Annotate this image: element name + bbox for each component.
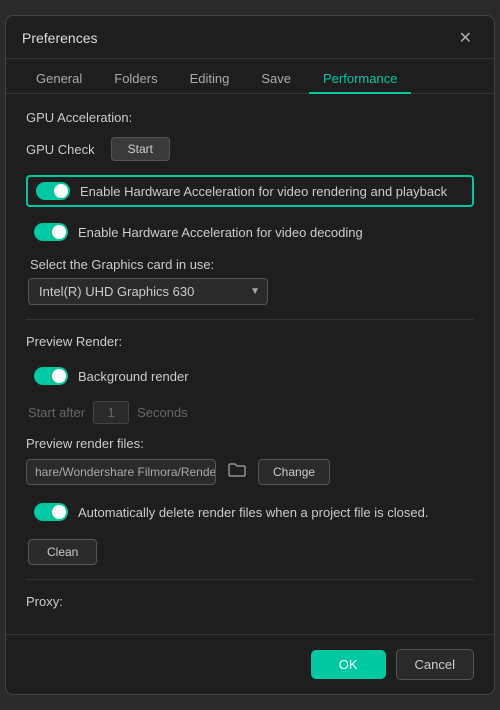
preview-render-section: Preview Render: Background render Start … [26,334,474,565]
content-area: GPU Acceleration: GPU Check Start Enable… [6,94,494,637]
graphics-card-select[interactable]: Intel(R) UHD Graphics 630 [28,278,268,305]
graphics-select-wrapper: Intel(R) UHD Graphics 630 ▼ [28,278,268,305]
change-button[interactable]: Change [258,459,330,485]
gpu-check-label: GPU Check [26,142,95,157]
folder-icon-button[interactable] [224,460,250,485]
proxy-label: Proxy: [26,594,474,609]
gpu-check-row: GPU Check Start [26,137,474,161]
tab-folders[interactable]: Folders [100,65,171,94]
hardware-accel-decode-label: Enable Hardware Acceleration for video d… [78,225,363,240]
seconds-label: Seconds [137,405,188,420]
dialog-footer: OK Cancel [6,634,494,694]
dialog-title: Preferences [22,30,97,46]
section-divider-2 [26,579,474,580]
tab-save[interactable]: Save [247,65,305,94]
tab-performance[interactable]: Performance [309,65,411,94]
tabs-bar: General Folders Editing Save Performance [6,59,494,94]
select-graphics-label: Select the Graphics card in use: [28,257,474,272]
tab-general[interactable]: General [22,65,96,94]
hardware-accel-render-label: Enable Hardware Acceleration for video r… [80,184,447,199]
tab-editing[interactable]: Editing [176,65,244,94]
cancel-button[interactable]: Cancel [396,649,474,680]
hardware-accel-render-row: Enable Hardware Acceleration for video r… [26,175,474,207]
gpu-start-button[interactable]: Start [111,137,170,161]
close-button[interactable]: ✕ [453,26,478,50]
auto-delete-toggle[interactable] [34,503,68,521]
graphics-card-section: Select the Graphics card in use: Intel(R… [26,257,474,305]
ok-button[interactable]: OK [311,650,386,679]
gpu-acceleration-label: GPU Acceleration: [26,110,474,125]
background-render-row: Background render [26,361,474,391]
title-bar: Preferences ✕ [6,16,494,59]
preferences-dialog: Preferences ✕ General Folders Editing Sa… [5,15,495,695]
preview-render-label: Preview Render: [26,334,474,349]
render-files-label: Preview render files: [26,436,474,451]
auto-delete-label: Automatically delete render files when a… [78,505,428,520]
hardware-accel-render-toggle[interactable] [36,182,70,200]
background-render-label: Background render [78,369,189,384]
start-after-label: Start after [28,405,85,420]
clean-button[interactable]: Clean [28,539,97,565]
render-path-display: hare/Wondershare Filmora/Render [26,459,216,485]
auto-delete-row: Automatically delete render files when a… [26,497,474,527]
start-after-input[interactable] [93,401,129,424]
render-path-row: hare/Wondershare Filmora/Render Change [26,459,474,485]
start-after-row: Start after Seconds [26,401,474,424]
proxy-section: Proxy: [26,594,474,609]
hardware-accel-decode-row: Enable Hardware Acceleration for video d… [26,217,474,247]
section-divider-1 [26,319,474,320]
hardware-accel-decode-toggle[interactable] [34,223,68,241]
background-render-toggle[interactable] [34,367,68,385]
